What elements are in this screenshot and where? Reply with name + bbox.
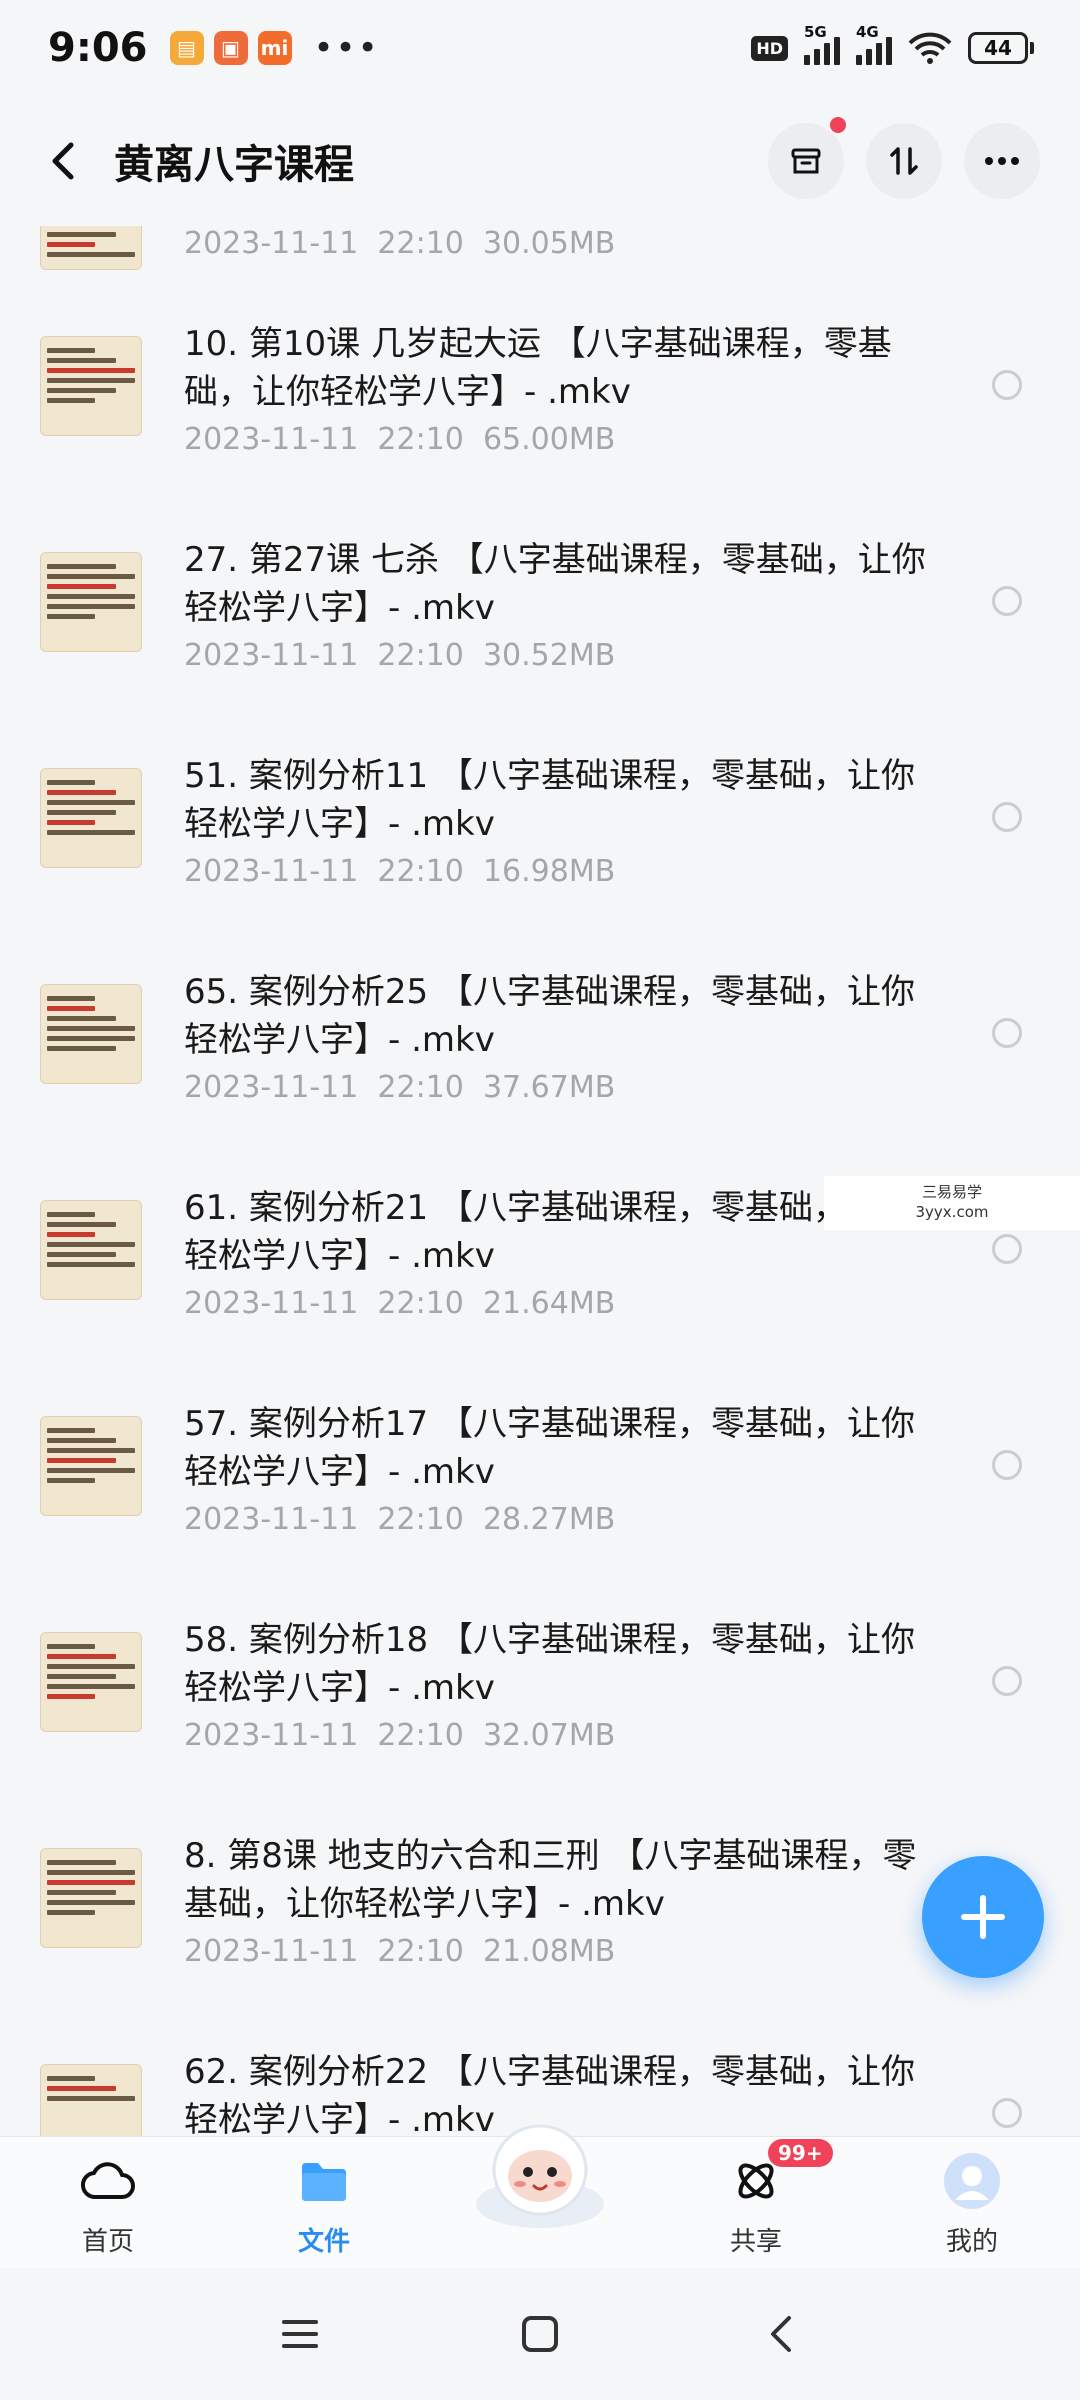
- tab-share[interactable]: 99+ 共享: [648, 2137, 864, 2268]
- more-button[interactable]: [964, 123, 1040, 199]
- tab-share-label: 共享: [729, 2227, 782, 2257]
- video-thumbnail: [40, 984, 142, 1084]
- file-name: 8. 第8课 地支的六合和三刑 【八字基础课程，零基础，让你轻松学八字】- .m…: [184, 1836, 917, 1924]
- watermark: 三易易学 3yyx.com: [824, 1176, 1080, 1230]
- video-thumbnail: [40, 336, 142, 436]
- video-thumbnail: [40, 768, 142, 868]
- mascot-icon[interactable]: [460, 2112, 620, 2232]
- page-title: 黄离八字课程: [114, 142, 354, 188]
- file-meta: 2023-11-11 22:10 21.08MB: [184, 1934, 616, 1969]
- file-row[interactable]: 65. 案例分析25 【八字基础课程，零基础，让你轻松学八字】- .mkv 20…: [0, 972, 1080, 1200]
- select-radio[interactable]: [992, 1234, 1022, 1264]
- add-button[interactable]: [922, 1856, 1044, 1978]
- file-meta: 2023-11-11 22:10 37.67MB: [184, 1070, 616, 1105]
- plus-icon: [961, 1895, 1005, 1939]
- menu-icon: [282, 2320, 318, 2348]
- archive-button[interactable]: [768, 117, 846, 199]
- file-meta: 2023-11-11 22:10 28.27MB: [184, 1502, 616, 1537]
- file-row[interactable]: 51. 案例分析11 【八字基础课程，零基础，让你轻松学八字】- .mkv 20…: [0, 756, 1080, 984]
- square-icon: [522, 2316, 558, 2352]
- status-bar: 9:06 ▤ ▣ mi ••• HD 5G 4G 44: [0, 0, 1080, 96]
- store-app-icon: ▣: [213, 31, 248, 65]
- tab-files-label: 文件: [297, 2227, 350, 2257]
- status-more-icon: •••: [313, 28, 380, 68]
- video-thumbnail: [40, 1632, 142, 1732]
- status-time: 9:06: [48, 25, 148, 71]
- video-thumbnail: [40, 1416, 142, 1516]
- signal-4g-icon: 4G: [856, 23, 892, 65]
- home-button[interactable]: [510, 2304, 570, 2364]
- file-meta: 2023-11-11 22:10 30.52MB: [184, 638, 616, 673]
- back-button[interactable]: [40, 131, 84, 191]
- more-icon: [985, 157, 1019, 165]
- file-row[interactable]: 8. 第8课 地支的六合和三刑 【八字基础课程，零基础，让你轻松学八字】- .m…: [0, 1836, 1080, 2064]
- sort-icon: [890, 147, 918, 175]
- file-name: 57. 案例分析17 【八字基础课程，零基础，让你轻松学八字】- .mkv: [184, 1404, 915, 1492]
- video-thumbnail: [40, 2064, 142, 2136]
- sort-button[interactable]: [866, 123, 942, 199]
- select-radio[interactable]: [992, 1018, 1022, 1048]
- watermark-line2: 3yyx.com: [915, 1203, 989, 1221]
- avatar-icon: [942, 2151, 1002, 2211]
- select-radio[interactable]: [992, 370, 1022, 400]
- cloud-icon: [78, 2151, 138, 2211]
- nav-back-button[interactable]: [750, 2304, 810, 2364]
- back-triangle-icon: [771, 2316, 791, 2352]
- select-radio[interactable]: [992, 2098, 1022, 2128]
- system-nav-bar: [0, 2268, 1080, 2400]
- file-meta: 2023-11-11 22:10 16.98MB: [184, 854, 616, 889]
- file-meta: 2023-11-11 22:10 21.64MB: [184, 1286, 616, 1321]
- file-meta: 2023-11-11 22:10 30.05MB: [184, 226, 616, 261]
- status-app-icons: ▤ ▣ mi: [169, 31, 292, 65]
- select-radio[interactable]: [992, 1450, 1022, 1480]
- menu-button[interactable]: [270, 2304, 330, 2364]
- file-row[interactable]: 61. 案例分析21 【八字基础课程，零基础，让你轻松学八字】- .mkv 20…: [0, 1188, 1080, 1416]
- select-radio[interactable]: [992, 586, 1022, 616]
- select-radio[interactable]: [992, 1666, 1022, 1696]
- signal-5g-icon: 5G: [804, 23, 840, 65]
- status-indicators: HD 5G 4G 44: [751, 23, 1034, 65]
- file-name: 10. 第10课 几岁起大运 【八字基础课程，零基础，让你轻松学八字】- .mk…: [184, 324, 892, 412]
- watermark-line1: 三易易学: [921, 1183, 982, 1201]
- file-row[interactable]: 58. 案例分析18 【八字基础课程，零基础，让你轻松学八字】- .mkv 20…: [0, 1620, 1080, 1848]
- tab-me-label: 我的: [945, 2227, 998, 2257]
- archive-icon: [791, 148, 821, 174]
- video-thumbnail: [40, 552, 142, 652]
- header: 黄离八字课程: [0, 96, 1080, 226]
- video-thumbnail: [40, 1848, 142, 1948]
- select-radio[interactable]: [992, 802, 1022, 832]
- signal-5g-label: 5G: [804, 23, 827, 41]
- folder-icon: [294, 2151, 354, 2211]
- file-row[interactable]: 10. 第10课 几岁起大运 【八字基础课程，零基础，让你轻松学八字】- .mk…: [0, 324, 1080, 552]
- file-name: 27. 第27课 七杀 【八字基础课程，零基础，让你轻松学八字】- .mkv: [184, 540, 926, 628]
- header-actions: [768, 117, 1040, 199]
- file-row[interactable]: 27. 第27课 七杀 【八字基础课程，零基础，让你轻松学八字】- .mkv 2…: [0, 540, 1080, 768]
- battery-level: 44: [984, 36, 1012, 60]
- tab-home[interactable]: 首页: [0, 2137, 216, 2268]
- file-name: 58. 案例分析18 【八字基础课程，零基础，让你轻松学八字】- .mkv: [184, 1620, 915, 1708]
- file-name: 51. 案例分析11 【八字基础课程，零基础，让你轻松学八字】- .mkv: [184, 756, 915, 844]
- video-thumbnail: [40, 1200, 142, 1300]
- file-meta: 2023-11-11 22:10 65.00MB: [184, 422, 616, 457]
- video-thumbnail: [40, 226, 142, 270]
- notification-dot: [830, 117, 846, 133]
- app-screen: 9:06 ▤ ▣ mi ••• HD 5G 4G 44 黄离八字课程 2023-…: [0, 0, 1080, 2400]
- hd-badge: HD: [751, 35, 788, 61]
- chevron-left-icon: [52, 142, 74, 180]
- wifi-icon: [908, 32, 952, 64]
- battery-icon: 44: [968, 32, 1034, 64]
- file-row[interactable]: 57. 案例分析17 【八字基础课程，零基础，让你轻松学八字】- .mkv 20…: [0, 1404, 1080, 1632]
- notes-app-icon: ▤: [169, 31, 204, 65]
- tab-home-label: 首页: [81, 2227, 134, 2257]
- tab-files[interactable]: 文件: [216, 2137, 432, 2268]
- share-badge: 99+: [768, 2139, 833, 2167]
- file-name: 65. 案例分析25 【八字基础课程，零基础，让你轻松学八字】- .mkv: [184, 972, 915, 1060]
- mi-app-icon: mi: [257, 31, 292, 65]
- signal-4g-label: 4G: [856, 23, 879, 41]
- file-meta: 2023-11-11 22:10 32.07MB: [184, 1718, 616, 1753]
- tab-me[interactable]: 我的: [864, 2137, 1080, 2268]
